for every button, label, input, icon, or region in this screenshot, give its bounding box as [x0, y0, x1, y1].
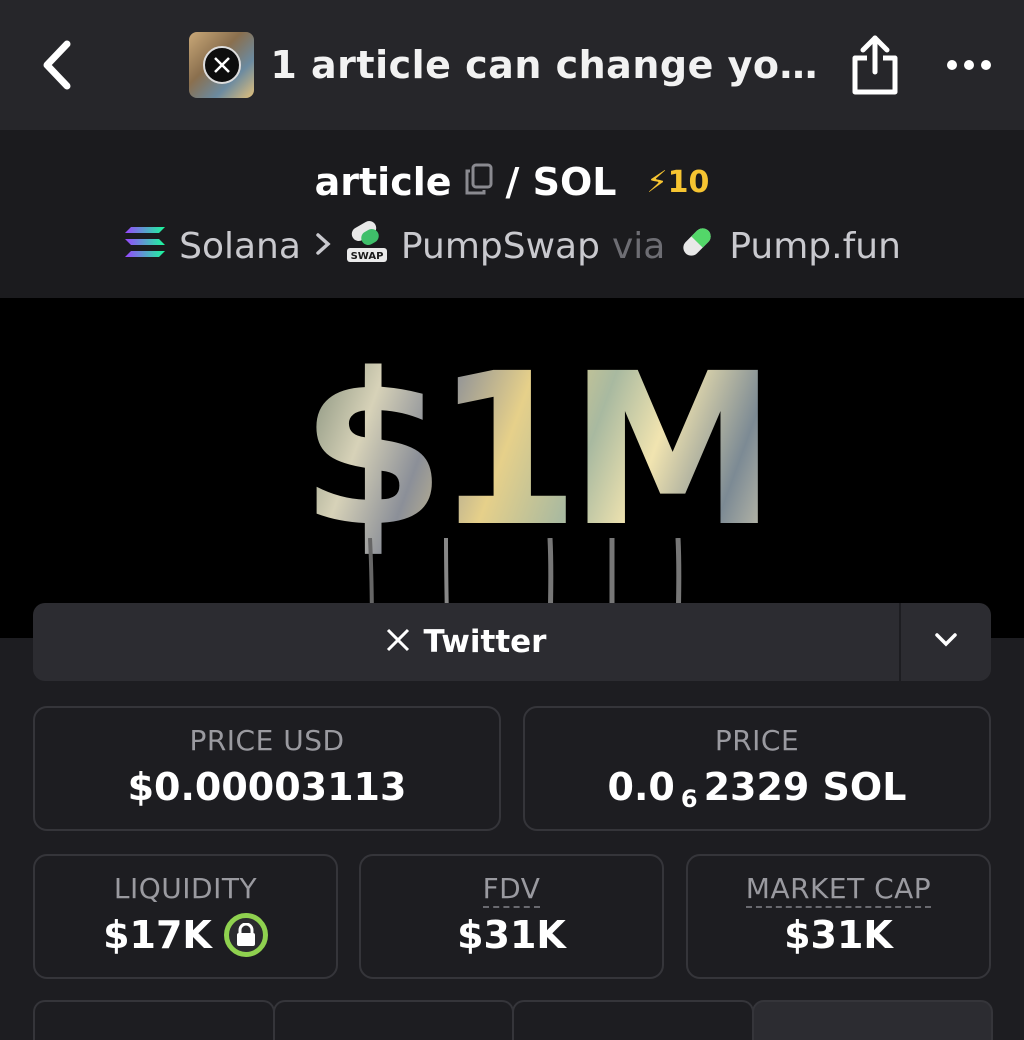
price-usd-value: $0.00003113: [127, 765, 407, 809]
fdv-card[interactable]: FDV $31K: [359, 854, 664, 979]
fdv-label: FDV: [482, 872, 541, 908]
liquidity-value-row: $17K: [35, 913, 336, 957]
token-banner-image: $1M: [0, 298, 1024, 638]
chain-breadcrumb: Solana SWAP PumpSwap via Pump.fun: [0, 220, 1024, 273]
tab-title[interactable]: 1 article can change yo…: [270, 43, 821, 87]
x-logo-icon: [386, 624, 410, 660]
more-dots-icon[interactable]: [945, 40, 994, 90]
market-cap-value: $31K: [784, 913, 893, 957]
price-native-label: PRICE: [714, 724, 800, 757]
x-logo-icon: [202, 46, 241, 84]
market-cap-card[interactable]: MARKET CAP $31K: [686, 854, 991, 979]
quote-symbol: / SOL: [505, 160, 617, 204]
fdv-value: $31K: [457, 913, 566, 957]
twitter-button[interactable]: Twitter: [33, 603, 899, 681]
price-usd-card: PRICE USD $0.00003113: [33, 706, 501, 831]
solana-icon: [123, 225, 167, 268]
launchpad-link[interactable]: Pump.fun: [729, 226, 901, 267]
price-native-value: 0.0 6 2329 SOL: [525, 765, 989, 813]
twitter-button-group: Twitter: [33, 603, 991, 681]
chevron-down-icon: [934, 632, 958, 652]
liquidity-value: $17K: [103, 913, 212, 957]
bottom-tab-row: [33, 1000, 993, 1040]
pumpswap-icon: SWAP: [345, 220, 389, 273]
boost-count: 10: [667, 164, 710, 200]
tab-2[interactable]: [272, 1000, 514, 1040]
price-usd-label: PRICE USD: [189, 724, 345, 757]
market-cap-label: MARKET CAP: [745, 872, 932, 908]
price-native-prefix: 0.0: [607, 765, 675, 809]
browser-top-bar: 1 article can change yo…: [0, 0, 1024, 130]
share-icon[interactable]: [846, 30, 905, 100]
socials-dropdown-button[interactable]: [899, 603, 991, 681]
price-native-zero-count: 6: [680, 785, 698, 813]
liquidity-card: LIQUIDITY $17K: [33, 854, 338, 979]
price-native-suffix: 2329 SOL: [703, 765, 907, 809]
price-native-card: PRICE 0.0 6 2329 SOL: [523, 706, 991, 831]
tab-1[interactable]: [33, 1000, 275, 1040]
twitter-label: Twitter: [423, 624, 547, 660]
liquidity-label: LIQUIDITY: [113, 872, 258, 905]
chevron-right-icon: [313, 226, 333, 267]
back-chevron-icon[interactable]: [36, 35, 75, 95]
dex-link[interactable]: PumpSwap: [401, 226, 600, 267]
tab-favicon: [189, 32, 255, 98]
token-symbol: article: [314, 160, 452, 204]
banner-balloon-text: $1M: [300, 328, 777, 573]
swap-badge-text: SWAP: [350, 251, 383, 262]
pair-title: article / SOL ⚡10: [0, 160, 1024, 204]
boost-badge[interactable]: ⚡10: [647, 165, 710, 200]
tab-3[interactable]: [512, 1000, 754, 1040]
via-text: via: [611, 226, 666, 267]
pill-icon: [677, 222, 717, 271]
lock-icon[interactable]: [223, 913, 268, 957]
network-link[interactable]: Solana: [179, 226, 301, 267]
copy-icon[interactable]: [464, 160, 494, 204]
tab-4[interactable]: [751, 1000, 993, 1040]
